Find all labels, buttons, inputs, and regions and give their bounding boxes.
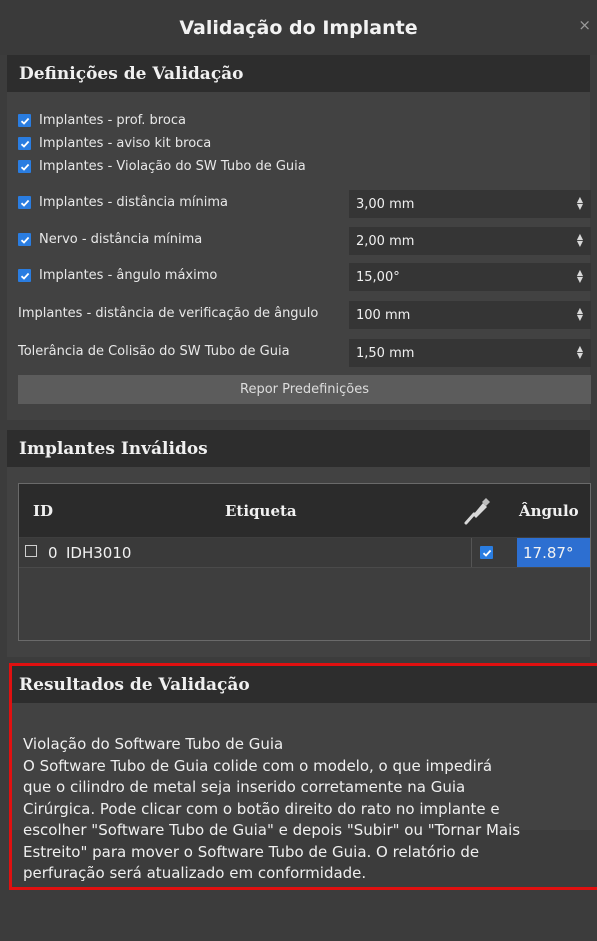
spin-arrows-icon[interactable]: ▲ ▼ xyxy=(577,233,583,248)
spinbox-value: 15,00° xyxy=(356,269,400,285)
check-min-implant-distance[interactable]: Implantes - distância mínima xyxy=(18,195,228,210)
spinbox-value: 2,00 mm xyxy=(356,233,415,249)
result-line: Estreito" para mover o Software Tubo de … xyxy=(23,842,480,861)
result-line: que o cilindro de metal seja inserido co… xyxy=(23,778,466,796)
angle-check-distance-spinbox[interactable]: 100 mm ▲ ▼ xyxy=(349,301,591,329)
validation-results-header: Resultados de Validação xyxy=(11,666,597,703)
spinbox-value: 3,00 mm xyxy=(356,196,415,212)
column-id-header[interactable]: ID xyxy=(33,502,53,520)
result-line: Cirúrgica. Pode clicar com o botão direi… xyxy=(23,799,500,818)
spin-arrows-icon[interactable]: ▲ ▼ xyxy=(577,307,583,322)
checkbox-label: Implantes - aviso kit broca xyxy=(39,136,212,151)
field-label: Implantes - ângulo máximo xyxy=(39,268,218,283)
close-icon[interactable]: × xyxy=(578,16,591,34)
checkbox-checked-icon[interactable] xyxy=(18,137,31,150)
checkbox-checked-icon[interactable] xyxy=(18,269,31,282)
checkbox-label: Implantes - Violação do SW Tubo de Guia xyxy=(39,159,306,174)
cell-label: IDH3010 xyxy=(66,544,132,562)
column-label-header[interactable]: Etiqueta xyxy=(225,502,297,520)
spinbox-value: 100 mm xyxy=(356,307,411,323)
max-implant-angle-spinbox[interactable]: 15,00° ▲ ▼ xyxy=(349,263,591,291)
row-checkbox-unchecked-icon[interactable] xyxy=(25,545,37,557)
table-row[interactable]: 0 IDH3010 17.87° xyxy=(19,538,590,568)
checkbox-checked-icon[interactable] xyxy=(480,546,493,559)
drill-icon xyxy=(462,496,492,530)
result-line: O Software Tubo de Guia colide com o mod… xyxy=(23,756,493,775)
field-label: Implantes - distância mínima xyxy=(39,195,228,210)
reset-defaults-button[interactable]: Repor Predefinições xyxy=(18,375,591,404)
dialog-titlebar: Validação do Implante × xyxy=(0,0,597,55)
check-drill-depth[interactable]: Implantes - prof. broca xyxy=(18,113,186,128)
collision-tolerance-label: Tolerância de Colisão do SW Tubo de Guia xyxy=(18,344,290,359)
check-guide-tube-violation[interactable]: Implantes - Violação do SW Tubo de Guia xyxy=(18,159,306,174)
checkbox-label: Implantes - prof. broca xyxy=(39,113,186,128)
spinbox-value: 1,50 mm xyxy=(356,345,415,361)
checkbox-checked-icon[interactable] xyxy=(18,233,31,246)
checkbox-checked-icon[interactable] xyxy=(18,196,31,209)
checkbox-checked-icon[interactable] xyxy=(18,160,31,173)
table-header: ID Etiqueta Ângulo xyxy=(19,484,590,537)
spin-arrows-icon[interactable]: ▲ ▼ xyxy=(577,345,583,360)
spin-arrows-icon[interactable]: ▲ ▼ xyxy=(577,196,583,211)
min-nerve-distance-spinbox[interactable]: 2,00 mm ▲ ▼ xyxy=(349,227,591,255)
result-title: Violação do Software Tubo de Guia xyxy=(23,735,284,753)
settings-section-header: Definições de Validação xyxy=(7,55,590,92)
cell-angle: 17.87° xyxy=(523,544,574,562)
dialog-title: Validação do Implante xyxy=(179,16,418,39)
min-implant-distance-spinbox[interactable]: 3,00 mm ▲ ▼ xyxy=(349,190,591,218)
checkbox-checked-icon[interactable] xyxy=(18,114,31,127)
bottom-strip xyxy=(0,890,597,941)
collision-tolerance-spinbox[interactable]: 1,50 mm ▲ ▼ xyxy=(349,339,591,367)
cell-angle-selected[interactable]: 17.87° xyxy=(517,538,590,567)
result-line: escolher "Software Tubo de Guia" e depoi… xyxy=(23,821,521,839)
field-label: Nervo - distância mínima xyxy=(39,232,203,247)
invalid-implants-table: ID Etiqueta Ângulo 0 IDH3010 17.87° xyxy=(18,483,591,641)
cell-drill-selection[interactable] xyxy=(472,538,518,567)
validation-results-text: Violação do Software Tubo de Guia O Soft… xyxy=(11,703,597,882)
check-min-nerve-distance[interactable]: Nervo - distância mínima xyxy=(18,232,202,247)
invalid-implants-header: Implantes Inválidos xyxy=(7,430,590,467)
result-line: perfuração será atualizado em conformida… xyxy=(23,864,367,882)
angle-check-distance-label: Implantes - distância de verificação de … xyxy=(18,306,319,321)
check-drill-kit-warning[interactable]: Implantes - aviso kit broca xyxy=(18,136,211,151)
spin-arrows-icon[interactable]: ▲ ▼ xyxy=(577,269,583,284)
column-angle-header[interactable]: Ângulo xyxy=(519,502,579,520)
check-max-implant-angle[interactable]: Implantes - ângulo máximo xyxy=(18,268,217,283)
cell-id: 0 xyxy=(48,544,58,562)
